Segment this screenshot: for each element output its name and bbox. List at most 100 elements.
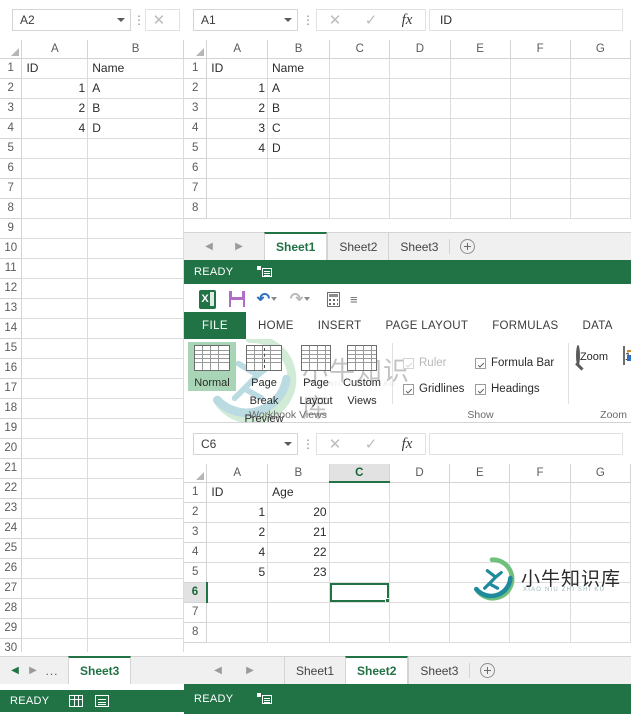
customize-qat-icon[interactable]: ≡ [350,292,358,307]
chevron-down-icon[interactable] [284,18,292,22]
table-row[interactable]: 18 [0,398,184,419]
table-row[interactable]: 54D [184,138,631,159]
row-header-5[interactable]: 5 [184,562,208,583]
cell-B23[interactable] [87,498,184,519]
cell-B11[interactable] [87,258,184,279]
excel-window-3[interactable]: X ↶ ↷ ≡ FILE HOME INSERT PAGE LAYOUT FOR… [184,284,631,714]
prev-sheet-icon[interactable]: ◀ [200,241,218,252]
chevron-down-icon[interactable] [284,442,292,446]
cell-B9[interactable] [87,218,184,239]
row-header-1[interactable]: 1 [0,58,23,79]
view-mode-buttons-1[interactable] [63,690,115,712]
cell-D1[interactable] [389,482,451,503]
table-row[interactable]: 7 [0,178,184,199]
row-header-3[interactable]: 3 [0,98,23,119]
cell-G6[interactable] [570,582,631,603]
row-header-3[interactable]: 3 [184,98,208,119]
grid-table-2[interactable]: A B C D E F G 1 ID Name 2 1 A 3 2 B 4 3 C 5 4 D 6 7 8 [184,40,631,219]
cell-B10[interactable] [87,238,184,259]
table-row[interactable]: 6 [184,158,631,179]
cell-A12[interactable] [21,278,89,299]
cell-A2[interactable]: 1 [206,502,269,523]
cell-A2[interactable]: 1 [21,78,89,99]
ribbon-group-show[interactable]: Ruler Formula Bar Gridlines Headings Sho… [393,339,568,422]
cell-C8[interactable] [329,622,390,643]
table-row[interactable]: 19 [0,418,184,439]
cell-D1[interactable] [389,58,451,79]
cell-D3[interactable] [389,98,451,119]
cell-D8[interactable] [389,198,451,219]
row-header-27[interactable]: 27 [0,578,23,599]
grid-table-1[interactable]: A B 1 ID Name 2 1 A 3 2 B 4 4 D 5 6 7 8 9 10 11 12 13 14 15 16 17 1… [0,40,184,652]
cell-A30[interactable] [21,638,89,652]
cell-B5[interactable]: D [267,138,331,159]
cell-A3[interactable]: 2 [21,98,89,119]
column-header-d[interactable]: D [389,40,451,59]
column-header-g[interactable]: G [570,464,631,483]
tab-home[interactable]: HOME [246,312,306,339]
cell-G1[interactable] [570,58,631,79]
cell-B17[interactable] [87,378,184,399]
table-row[interactable]: 1 ID Name [0,58,184,79]
sheet-tab-sheet3[interactable]: Sheet3 [68,656,132,684]
cell-B5[interactable]: 23 [267,562,330,583]
row-header-2[interactable]: 2 [0,78,23,99]
table-row[interactable]: 23 [0,498,184,519]
calculate-icon[interactable] [318,286,348,312]
cell-B8[interactable] [87,198,184,219]
cell-B2[interactable]: A [267,78,331,99]
cell-C8[interactable] [329,198,391,219]
row-header-6[interactable]: 6 [184,158,208,179]
cell-E2[interactable] [450,78,511,99]
cell-E6[interactable] [449,582,511,603]
cell-E6[interactable] [450,158,511,179]
cell-A10[interactable] [21,238,89,259]
tab-insert[interactable]: INSERT [306,312,374,339]
cell-G1[interactable] [570,482,631,503]
row-header-29[interactable]: 29 [0,618,23,639]
row-header-18[interactable]: 18 [0,398,23,419]
cell-A7[interactable] [206,178,269,199]
ribbon-group-zoom[interactable]: Zoom 100 Zoom [569,339,631,422]
cell-B4[interactable]: 22 [267,542,330,563]
cell-A24[interactable] [21,518,89,539]
table-row[interactable]: 21A [184,78,631,99]
cell-F3[interactable] [509,522,571,543]
table-row[interactable]: 8 [184,198,631,219]
cell-F5[interactable] [509,562,571,583]
table-row[interactable]: 29 [0,618,184,639]
cell-E7[interactable] [449,602,511,623]
macro-record-button-2[interactable] [251,261,277,283]
checkbox-headings[interactable]: Headings [475,383,540,395]
cell-D4[interactable] [389,118,451,139]
row-header-4[interactable]: 4 [184,542,208,563]
cell-C7[interactable] [329,602,390,623]
cell-F7[interactable] [510,178,571,199]
table-row[interactable]: 22 [0,478,184,499]
sheet-nav-3[interactable]: ◀ ▶ [184,657,284,684]
zoom-button[interactable]: Zoom [571,345,613,366]
cell-G2[interactable] [570,78,631,99]
cell-G2[interactable] [570,502,631,523]
row-header-22[interactable]: 22 [0,478,23,499]
row-header-5[interactable]: 5 [0,138,23,159]
record-macro-icon[interactable] [251,261,277,283]
sheet-tab-bar-2[interactable]: ◀ ▶ Sheet1 Sheet2 Sheet3 [184,232,631,260]
cell-A2[interactable]: 1 [206,78,269,99]
cell-A1[interactable]: ID [21,58,89,79]
table-row[interactable]: 20 [0,438,184,459]
row-header-25[interactable]: 25 [0,538,23,559]
normal-view-icon[interactable] [63,690,89,712]
row-header-28[interactable]: 28 [0,598,23,619]
checkbox-icon[interactable] [403,383,414,395]
cell-A5[interactable] [21,138,89,159]
row-header-12[interactable]: 12 [0,278,23,299]
cell-A16[interactable] [21,358,89,379]
cell-A6[interactable] [206,158,269,179]
row-header-20[interactable]: 20 [0,438,23,459]
cell-B26[interactable] [87,558,184,579]
row-header-7[interactable]: 7 [0,178,23,199]
sheet-tab-sheet2[interactable]: Sheet2 [345,656,409,684]
cell-A26[interactable] [21,558,89,579]
name-box-1[interactable]: A2 [12,9,131,31]
